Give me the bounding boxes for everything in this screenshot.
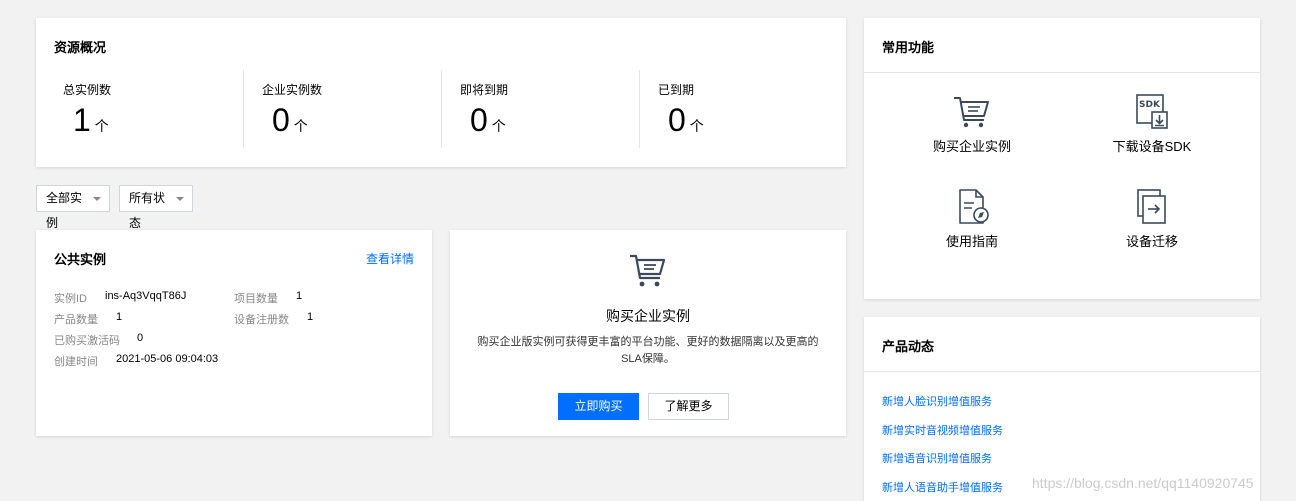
svg-text:SDK: SDK [1139,100,1161,110]
created-time-value: 2021-05-06 09:04:03 [116,353,219,365]
stat-value: 1个 [73,102,109,138]
buy-title: 购买企业实例 [606,308,690,324]
activation-code-row: 已购买激活码 0 [54,332,144,347]
stat-label: 企业实例数 [262,83,323,97]
product-news-card: 产品动态 新增人脸识别增值服务 新增实时音视频增值服务 新增语音识别增值服务 新… [864,317,1260,501]
cart-icon [954,97,989,128]
func-buy-enterprise[interactable]: 购买企业实例 [892,94,1052,155]
news-item[interactable]: 新增实时音视频增值服务 [882,422,1003,438]
instance-filter-label: 全部实例 [46,191,83,230]
product-news-title: 产品动态 [882,339,935,354]
product-count-value: 1 [116,311,123,323]
stat-value: 0个 [668,102,704,138]
device-registration-row: 设备注册数 1 [234,311,314,326]
sdk-download-icon: SDK [1136,94,1168,129]
product-count-row: 产品数量 1 [54,311,123,326]
stat-label: 总实例数 [63,83,112,97]
watermark: https://blog.csdn.net/qq1140920745 [1032,475,1254,491]
common-functions-card: 常用功能 购买企业实例 SDK 下载设备SDK 使用指南 设备迁移 [864,18,1260,299]
buy-enterprise-card: 购买企业实例 购买企业版实例可获得更丰富的平台功能、更好的数据隔离以及更高的SL… [450,230,846,436]
common-functions-title: 常用功能 [882,40,935,55]
stat-expired: 已到期 0个 [639,70,837,148]
stat-label: 已到期 [658,83,695,97]
caret-down-icon [93,197,101,201]
device-registration-value: 1 [307,311,314,323]
divider [864,72,1260,73]
project-count-row: 项目数量 1 [234,290,303,305]
overview-title: 资源概况 [54,40,107,55]
status-filter-label: 所有状态 [129,191,166,230]
cart-icon [630,254,666,287]
view-details-link[interactable]: 查看详情 [366,250,414,267]
guide-icon [959,189,989,224]
stat-value: 0个 [470,102,506,138]
stat-label: 即将到期 [460,83,509,97]
instance-id-value: ins-Aq3VqqT86J [105,290,187,302]
public-instance-title: 公共实例 [54,252,107,267]
public-instance-card: 公共实例 查看详情 实例ID ins-Aq3VqqT86J 项目数量 1 产品数… [36,230,432,436]
func-user-guide[interactable]: 使用指南 [892,189,1052,250]
func-device-migration[interactable]: 设备迁移 [1072,189,1232,250]
stat-enterprise-instances: 企业实例数 0个 [243,70,441,148]
activation-code-value: 0 [137,332,144,344]
stat-expiring: 即将到期 0个 [441,70,639,148]
func-label: 使用指南 [945,234,998,249]
caret-down-icon [176,197,184,201]
learn-more-button[interactable]: 了解更多 [648,393,729,420]
func-label: 设备迁移 [1125,234,1178,249]
func-label: 下载设备SDK [1112,139,1192,154]
func-download-sdk[interactable]: SDK 下载设备SDK [1072,94,1232,155]
status-filter-dropdown[interactable]: 所有状态 [119,185,193,230]
func-label: 购买企业实例 [932,139,1011,154]
resource-overview-card: 资源概况 总实例数 1个 企业实例数 0个 即将到期 0个 已到期 0个 [36,18,846,167]
created-time-row: 创建时间 2021-05-06 09:04:03 [54,353,219,368]
stat-total-instances: 总实例数 1个 [45,70,243,148]
divider [864,371,1260,372]
news-item[interactable]: 新增人脸识别增值服务 [882,393,992,409]
project-count-value: 1 [296,290,303,302]
buy-now-button[interactable]: 立即购买 [558,393,639,420]
buy-description: 购买企业版实例可获得更丰富的平台功能、更好的数据隔离以及更高的SLA保障。 [477,336,819,365]
instance-filter-dropdown[interactable]: 全部实例 [36,185,110,230]
instance-id-row: 实例ID ins-Aq3VqqT86J [54,290,187,305]
news-item[interactable]: 新增人语音助手增值服务 [882,479,1003,495]
stat-value: 0个 [272,102,308,138]
migrate-icon [1137,189,1166,224]
news-item[interactable]: 新增语音识别增值服务 [882,450,992,466]
